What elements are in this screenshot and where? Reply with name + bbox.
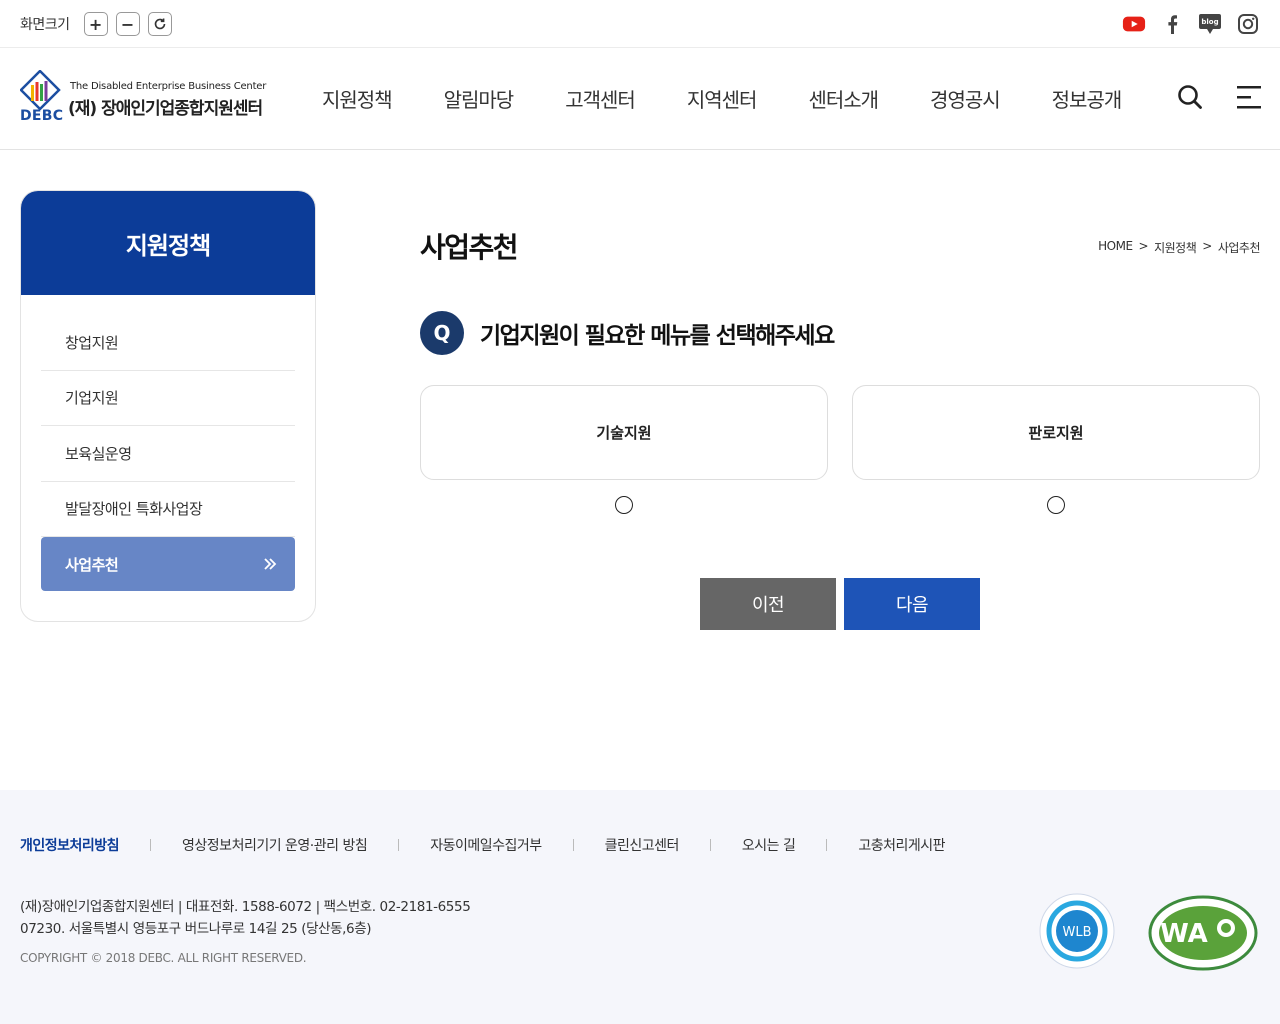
footer-link-cctv-policy[interactable]: 영상정보처리기기 운영·관리 방침 bbox=[182, 835, 368, 855]
side-item-business-support[interactable]: 기업지원 bbox=[41, 371, 295, 426]
nav-item-regional-center[interactable]: 지역센터 bbox=[687, 84, 758, 113]
zoom-label: 화면크기 bbox=[20, 17, 70, 33]
footer-contact-info: (재)장애인기업종합지원센터 | 대표전화. 1588-6072 | 팩스번호.… bbox=[20, 896, 471, 940]
facebook-icon[interactable] bbox=[1160, 12, 1184, 36]
side-nav-list: 창업지원 기업지원 보육실운영 발달장애인 특화사업장 사업추천 bbox=[21, 295, 315, 591]
footer-divider bbox=[826, 839, 828, 851]
footer-link-directions[interactable]: 오시는 길 bbox=[742, 835, 796, 855]
breadcrumb-home[interactable]: HOME bbox=[1098, 239, 1133, 256]
site-footer: 개인정보처리방침 영상정보처리기기 운영·관리 방침 자동이메일수집거부 클린신… bbox=[0, 790, 1280, 1024]
wlb-certification-badge: WLB bbox=[1036, 890, 1118, 976]
blog-icon[interactable]: blog bbox=[1198, 12, 1222, 36]
footer-link-grievance-board[interactable]: 고충처리게시판 bbox=[858, 835, 945, 855]
search-button[interactable] bbox=[1177, 84, 1203, 114]
menu-button[interactable] bbox=[1237, 84, 1261, 114]
breadcrumb-separator: > bbox=[1138, 239, 1149, 253]
footer-link-privacy[interactable]: 개인정보처리방침 bbox=[20, 835, 120, 855]
option-tech-support-card[interactable]: 기술지원 bbox=[420, 385, 828, 480]
zoom-in-button[interactable]: + bbox=[83, 12, 108, 36]
nav-item-notice[interactable]: 알림마당 bbox=[444, 84, 515, 113]
side-nav-header: 지원정책 bbox=[21, 191, 315, 295]
nav-item-support-policy[interactable]: 지원정책 bbox=[322, 84, 393, 113]
question-text: 기업지원이 필요한 메뉴를 선택해주세요 bbox=[480, 323, 835, 349]
side-item-developmental-disability[interactable]: 발달장애인 특화사업장 bbox=[41, 482, 295, 537]
side-nav: 지원정책 창업지원 기업지원 보육실운영 발달장애인 특화사업장 사업추천 bbox=[20, 190, 316, 622]
side-nav-title: 지원정책 bbox=[125, 231, 211, 260]
breadcrumb-support-policy[interactable]: 지원정책 bbox=[1154, 239, 1197, 256]
footer-copyright: COPYRIGHT © 2018 DEBC. ALL RIGHT RESERVE… bbox=[20, 951, 307, 965]
logo-english-name: The Disabled Enterprise Business Center bbox=[70, 81, 267, 92]
option-tech-support-radio[interactable] bbox=[615, 496, 633, 514]
instagram-icon[interactable] bbox=[1236, 12, 1260, 36]
breadcrumb: HOME > 지원정책 > 사업추천 bbox=[1098, 239, 1260, 256]
option-sales-support-card[interactable]: 판로지원 bbox=[852, 385, 1260, 480]
logo-mark-icon bbox=[20, 70, 61, 110]
double-chevron-right-icon bbox=[264, 558, 277, 570]
prev-button[interactable]: 이전 bbox=[700, 578, 836, 630]
zoom-out-button[interactable]: − bbox=[115, 12, 140, 36]
footer-divider bbox=[398, 839, 400, 851]
nav-item-customer-center[interactable]: 고객센터 bbox=[565, 84, 636, 113]
side-item-active-label: 사업추천 bbox=[65, 555, 119, 574]
breadcrumb-current: 사업추천 bbox=[1217, 241, 1261, 255]
footer-contact-line: (재)장애인기업종합지원센터 | 대표전화. 1588-6072 | 팩스번호.… bbox=[20, 899, 471, 915]
search-icon bbox=[1178, 85, 1202, 109]
zoom-reset-button[interactable] bbox=[147, 12, 172, 36]
youtube-icon[interactable] bbox=[1122, 12, 1146, 36]
utility-bar: 화면크기 + − blog bbox=[0, 0, 1280, 48]
footer-link-clean-report[interactable]: 클린신고센터 bbox=[605, 835, 680, 855]
logo-abbr: DEBC bbox=[20, 108, 64, 124]
svg-text:WLB: WLB bbox=[1062, 925, 1091, 940]
svg-text:WA: WA bbox=[1160, 919, 1208, 949]
footer-divider bbox=[572, 839, 574, 851]
footer-address-line: 07230. 서울특별시 영등포구 버드나루로 14길 25 (당산동,6층) bbox=[20, 921, 372, 937]
nav-item-management-disclosure[interactable]: 경영공시 bbox=[930, 84, 1001, 113]
page-title: 사업추천 bbox=[420, 231, 519, 264]
option-sales-support-radio[interactable] bbox=[1047, 496, 1065, 514]
footer-divider bbox=[150, 839, 152, 851]
site-logo[interactable]: The Disabled Enterprise Business Center … bbox=[20, 70, 282, 126]
refresh-icon bbox=[154, 18, 165, 30]
footer-links: 개인정보처리방침 영상정보처리기기 운영·관리 방침 자동이메일수집거부 클린신… bbox=[20, 835, 946, 855]
hamburger-menu-icon bbox=[1237, 86, 1261, 109]
logo-korean-name: (재) 장애인기업종합지원센터 bbox=[68, 99, 263, 119]
svg-text:blog: blog bbox=[1201, 18, 1218, 26]
web-accessibility-badge: WA bbox=[1148, 892, 1258, 978]
footer-divider bbox=[709, 839, 711, 851]
breadcrumb-separator: > bbox=[1202, 239, 1212, 253]
zoom-controls: 화면크기 + − bbox=[20, 12, 172, 36]
side-item-startup-support[interactable]: 창업지원 bbox=[41, 315, 295, 371]
next-button[interactable]: 다음 bbox=[844, 578, 980, 630]
nav-item-info-disclosure[interactable]: 정보공개 bbox=[1052, 84, 1123, 113]
site-header: The Disabled Enterprise Business Center … bbox=[0, 48, 1280, 150]
nav-item-about[interactable]: 센터소개 bbox=[808, 84, 879, 113]
side-item-business-recommendation[interactable]: 사업추천 bbox=[41, 537, 295, 591]
footer-link-email-refusal[interactable]: 자동이메일수집거부 bbox=[430, 835, 542, 855]
social-links: blog bbox=[1122, 12, 1260, 36]
side-item-incubator[interactable]: 보육실운영 bbox=[41, 426, 295, 482]
question-badge: Q bbox=[420, 311, 464, 355]
main-nav: 지원정책 알림마당 고객센터 지역센터 센터소개 경영공시 정보공개 bbox=[322, 84, 1173, 113]
